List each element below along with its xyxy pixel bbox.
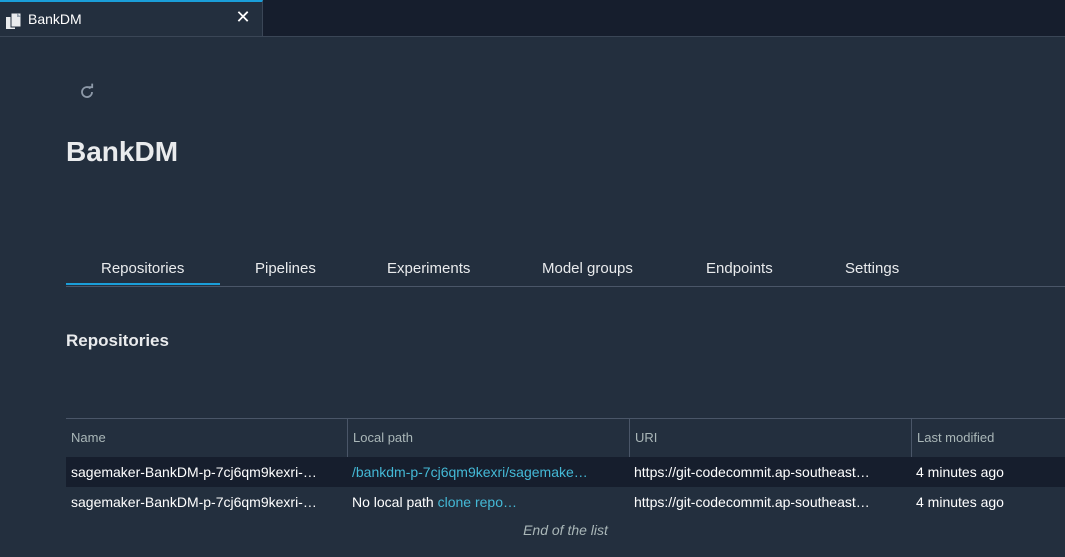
project-tabs: Repositories Pipelines Experiments Model… [66, 250, 1065, 287]
table-row[interactable]: sagemaker-BankDM-p-7cj6qm9kexri-… /bankd… [66, 457, 1065, 487]
tab-experiments[interactable]: Experiments [387, 260, 470, 277]
repo-uri: https://git-codecommit.ap-southeast… [634, 494, 870, 510]
column-header-last-modified[interactable]: Last modified [911, 419, 1065, 457]
document-tab-title: BankDM [28, 11, 82, 27]
no-local-path-text: No local path [352, 494, 434, 510]
column-header-local-path[interactable]: Local path [347, 419, 629, 457]
local-path-link[interactable]: /bankdm-p-7cj6qm9kexri/sagemake… [347, 457, 629, 487]
tab-repositories[interactable]: Repositories [101, 260, 184, 277]
active-tab-indicator [66, 283, 220, 285]
clone-repo-link[interactable]: clone repo… [438, 494, 517, 510]
document-tab[interactable]: BankDM ✕ [0, 0, 263, 36]
column-header-uri[interactable]: URI [629, 419, 911, 457]
refresh-icon[interactable] [77, 82, 97, 102]
repo-uri: https://git-codecommit.ap-southeast… [634, 464, 870, 480]
section-title: Repositories [66, 331, 169, 350]
last-modified: 4 minutes ago [916, 494, 1004, 510]
tab-endpoints[interactable]: Endpoints [706, 260, 773, 277]
repo-name: sagemaker-BankDM-p-7cj6qm9kexri-… [71, 494, 317, 510]
column-header-name[interactable]: Name [66, 419, 347, 457]
tab-pipelines[interactable]: Pipelines [255, 260, 316, 277]
last-modified: 4 minutes ago [916, 464, 1004, 480]
editor-tab-bar: BankDM ✕ [0, 0, 1065, 37]
repo-name: sagemaker-BankDM-p-7cj6qm9kexri-… [71, 464, 317, 480]
project-icon [6, 12, 24, 34]
table-header: Name Local path URI Last modified [66, 418, 1065, 457]
close-icon[interactable]: ✕ [234, 8, 252, 26]
repositories-table: Name Local path URI Last modified sagema… [66, 418, 1065, 538]
page-title: BankDM [66, 136, 179, 167]
tab-model-groups[interactable]: Model groups [542, 260, 633, 277]
table-row[interactable]: sagemaker-BankDM-p-7cj6qm9kexri-… No loc… [66, 487, 1065, 517]
local-path-cell: No local path clone repo… [347, 487, 629, 517]
end-of-list-text: End of the list [523, 522, 608, 538]
tab-settings[interactable]: Settings [845, 260, 899, 277]
